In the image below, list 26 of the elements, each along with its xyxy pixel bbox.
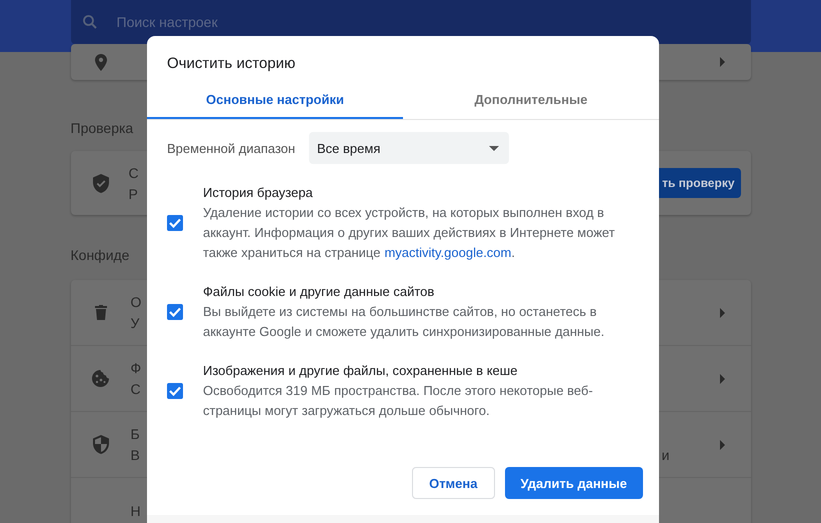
option-title: Изображения и другие файлы, сохраненные в кеше	[203, 362, 518, 380]
row-title: Ф	[130, 360, 142, 376]
option-description: Вы выйдете из системы на большинстве сайтов, но останетесь в аккаунте Google и сможете удалить синхронизированные данные.	[203, 303, 606, 341]
cancel-button[interactable]: Отмена	[412, 467, 494, 499]
card-subtitle: Р	[128, 186, 139, 202]
time-range-dropdown[interactable]: Все время	[309, 132, 509, 164]
card-title: С	[128, 164, 139, 180]
row-subtitle: В	[130, 447, 140, 463]
activity-link[interactable]: myactivity.google.com	[384, 245, 512, 260]
row-title: Н	[130, 502, 141, 518]
row-title: Б	[130, 426, 140, 442]
row-title: О	[130, 294, 142, 310]
time-range-label: Временной диапазон	[167, 140, 296, 156]
tab[interactable]: Дополнительные	[403, 88, 659, 119]
section-title: Конфиде	[70, 247, 130, 263]
section-title: Проверка	[70, 120, 134, 136]
row-subtitle-end: и	[662, 446, 670, 462]
option-description: Освободится 319 МБ пространства. После этого некоторые веб-страницы могут загружаться дольше обычного.	[203, 382, 594, 420]
delete-data-button[interactable]: Удалить данные	[504, 467, 643, 499]
row-subtitle: С	[130, 381, 142, 397]
option-title: Файлы cookie и другие данные сайтов	[203, 283, 436, 301]
tab[interactable]: Основные настройки	[147, 88, 403, 119]
dialog-title: Очистить историю	[167, 55, 296, 72]
option-title: История браузера	[203, 184, 314, 202]
row-subtitle: У	[130, 315, 140, 331]
option-description: Удаление истории со всех устройств, на которых выполнен вход в аккаунт. Информация о других ваших действиях в Интернете может также храниться на странице myactivity.google.com.	[203, 204, 616, 262]
